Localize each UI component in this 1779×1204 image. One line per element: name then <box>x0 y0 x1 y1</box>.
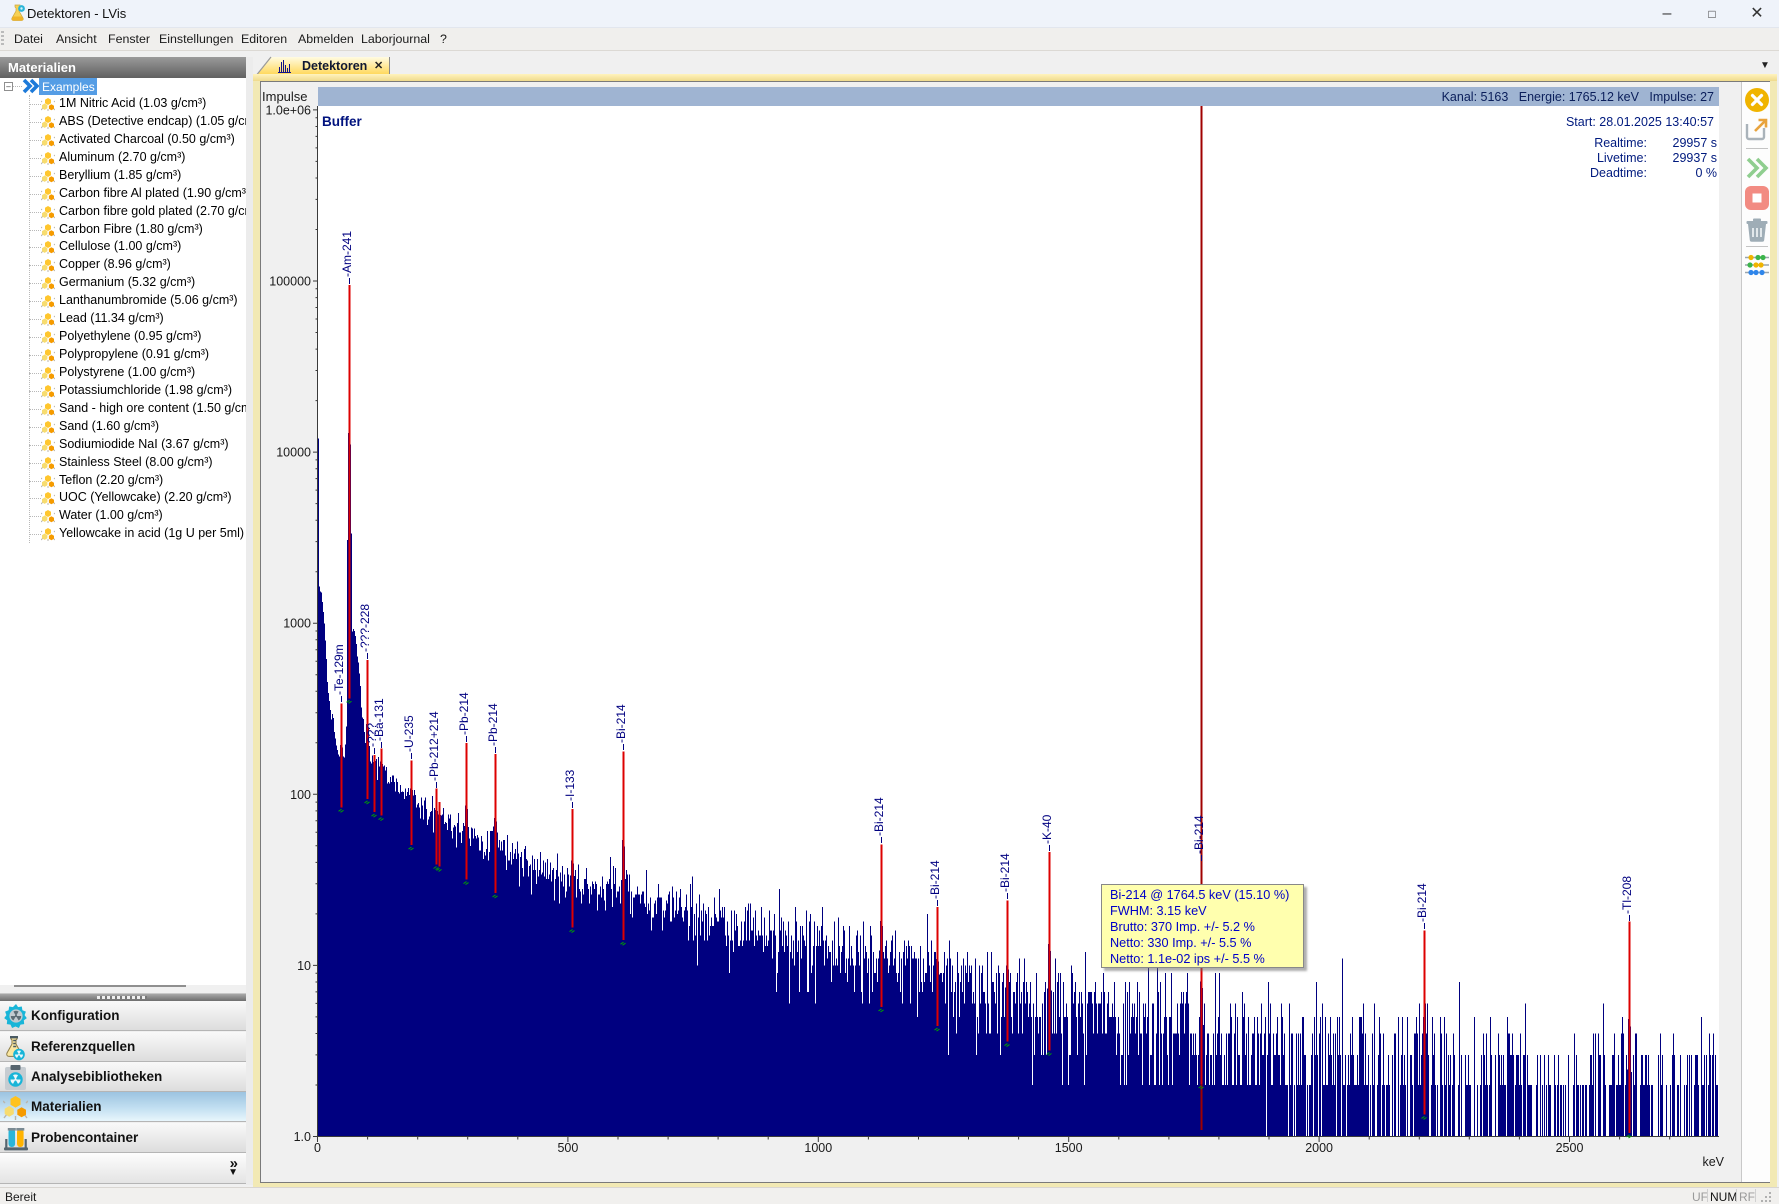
svg-text:Impulse: Impulse <box>262 89 308 104</box>
svg-text:1000: 1000 <box>804 1141 832 1155</box>
svg-text:Livetime:: Livetime: <box>1597 151 1647 165</box>
svg-text:-Bi-214: -Bi-214 <box>998 853 1012 892</box>
svg-text:0 %: 0 % <box>1695 166 1717 180</box>
svg-text:1000: 1000 <box>283 617 311 631</box>
svg-text:29957 s: 29957 s <box>1673 136 1717 150</box>
svg-text:-Bi-214: -Bi-214 <box>614 704 628 743</box>
svg-text:Kanal: 5163 Energie: 1765.12: Kanal: 5163 Energie: 1765.12 keV Impulse… <box>1442 90 1714 104</box>
svg-text:Deadtime:: Deadtime: <box>1590 166 1647 180</box>
svg-text:Start: 28.01.2025 13:40:57: Start: 28.01.2025 13:40:57 <box>1566 115 1714 129</box>
svg-text:-???-228: -???-228 <box>358 604 372 652</box>
svg-text:-Pb-214: -Pb-214 <box>457 692 471 735</box>
svg-text:-Ba-131: -Ba-131 <box>372 698 386 741</box>
svg-text:-Pb-214: -Pb-214 <box>486 703 500 746</box>
svg-text:-I-133: -I-133 <box>563 769 577 801</box>
svg-text:-U-235: -U-235 <box>402 715 416 752</box>
svg-text:Realtime:: Realtime: <box>1594 136 1647 150</box>
svg-text:-Am-241: -Am-241 <box>340 231 354 277</box>
svg-text:-K-40: -K-40 <box>1040 814 1054 844</box>
svg-text:-Bi-214: -Bi-214 <box>1192 815 1206 854</box>
svg-text:0: 0 <box>314 1141 321 1155</box>
svg-text:500: 500 <box>557 1141 578 1155</box>
svg-text:-Bi-214: -Bi-214 <box>1415 883 1429 922</box>
svg-text:100: 100 <box>290 788 311 802</box>
svg-text:-Te-129m: -Te-129m <box>332 644 346 695</box>
svg-text:2000: 2000 <box>1305 1141 1333 1155</box>
svg-text:-Bi-214: -Bi-214 <box>928 860 942 899</box>
svg-text:29937 s: 29937 s <box>1673 151 1717 165</box>
svg-text:keV: keV <box>1702 1155 1724 1169</box>
svg-text:10000: 10000 <box>276 446 311 460</box>
svg-text:Buffer: Buffer <box>322 114 362 129</box>
svg-text:100000: 100000 <box>269 275 311 289</box>
svg-text:-Bi-214: -Bi-214 <box>872 797 886 836</box>
svg-text:1.0e+06: 1.0e+06 <box>265 103 311 117</box>
svg-text:10: 10 <box>297 959 311 973</box>
svg-text:1500: 1500 <box>1055 1141 1083 1155</box>
svg-text:-Pb-212+214: -Pb-212+214 <box>427 711 441 781</box>
svg-text:-Tl-208: -Tl-208 <box>1620 876 1634 914</box>
svg-text:2500: 2500 <box>1556 1141 1584 1155</box>
svg-text:1.0: 1.0 <box>294 1130 311 1144</box>
